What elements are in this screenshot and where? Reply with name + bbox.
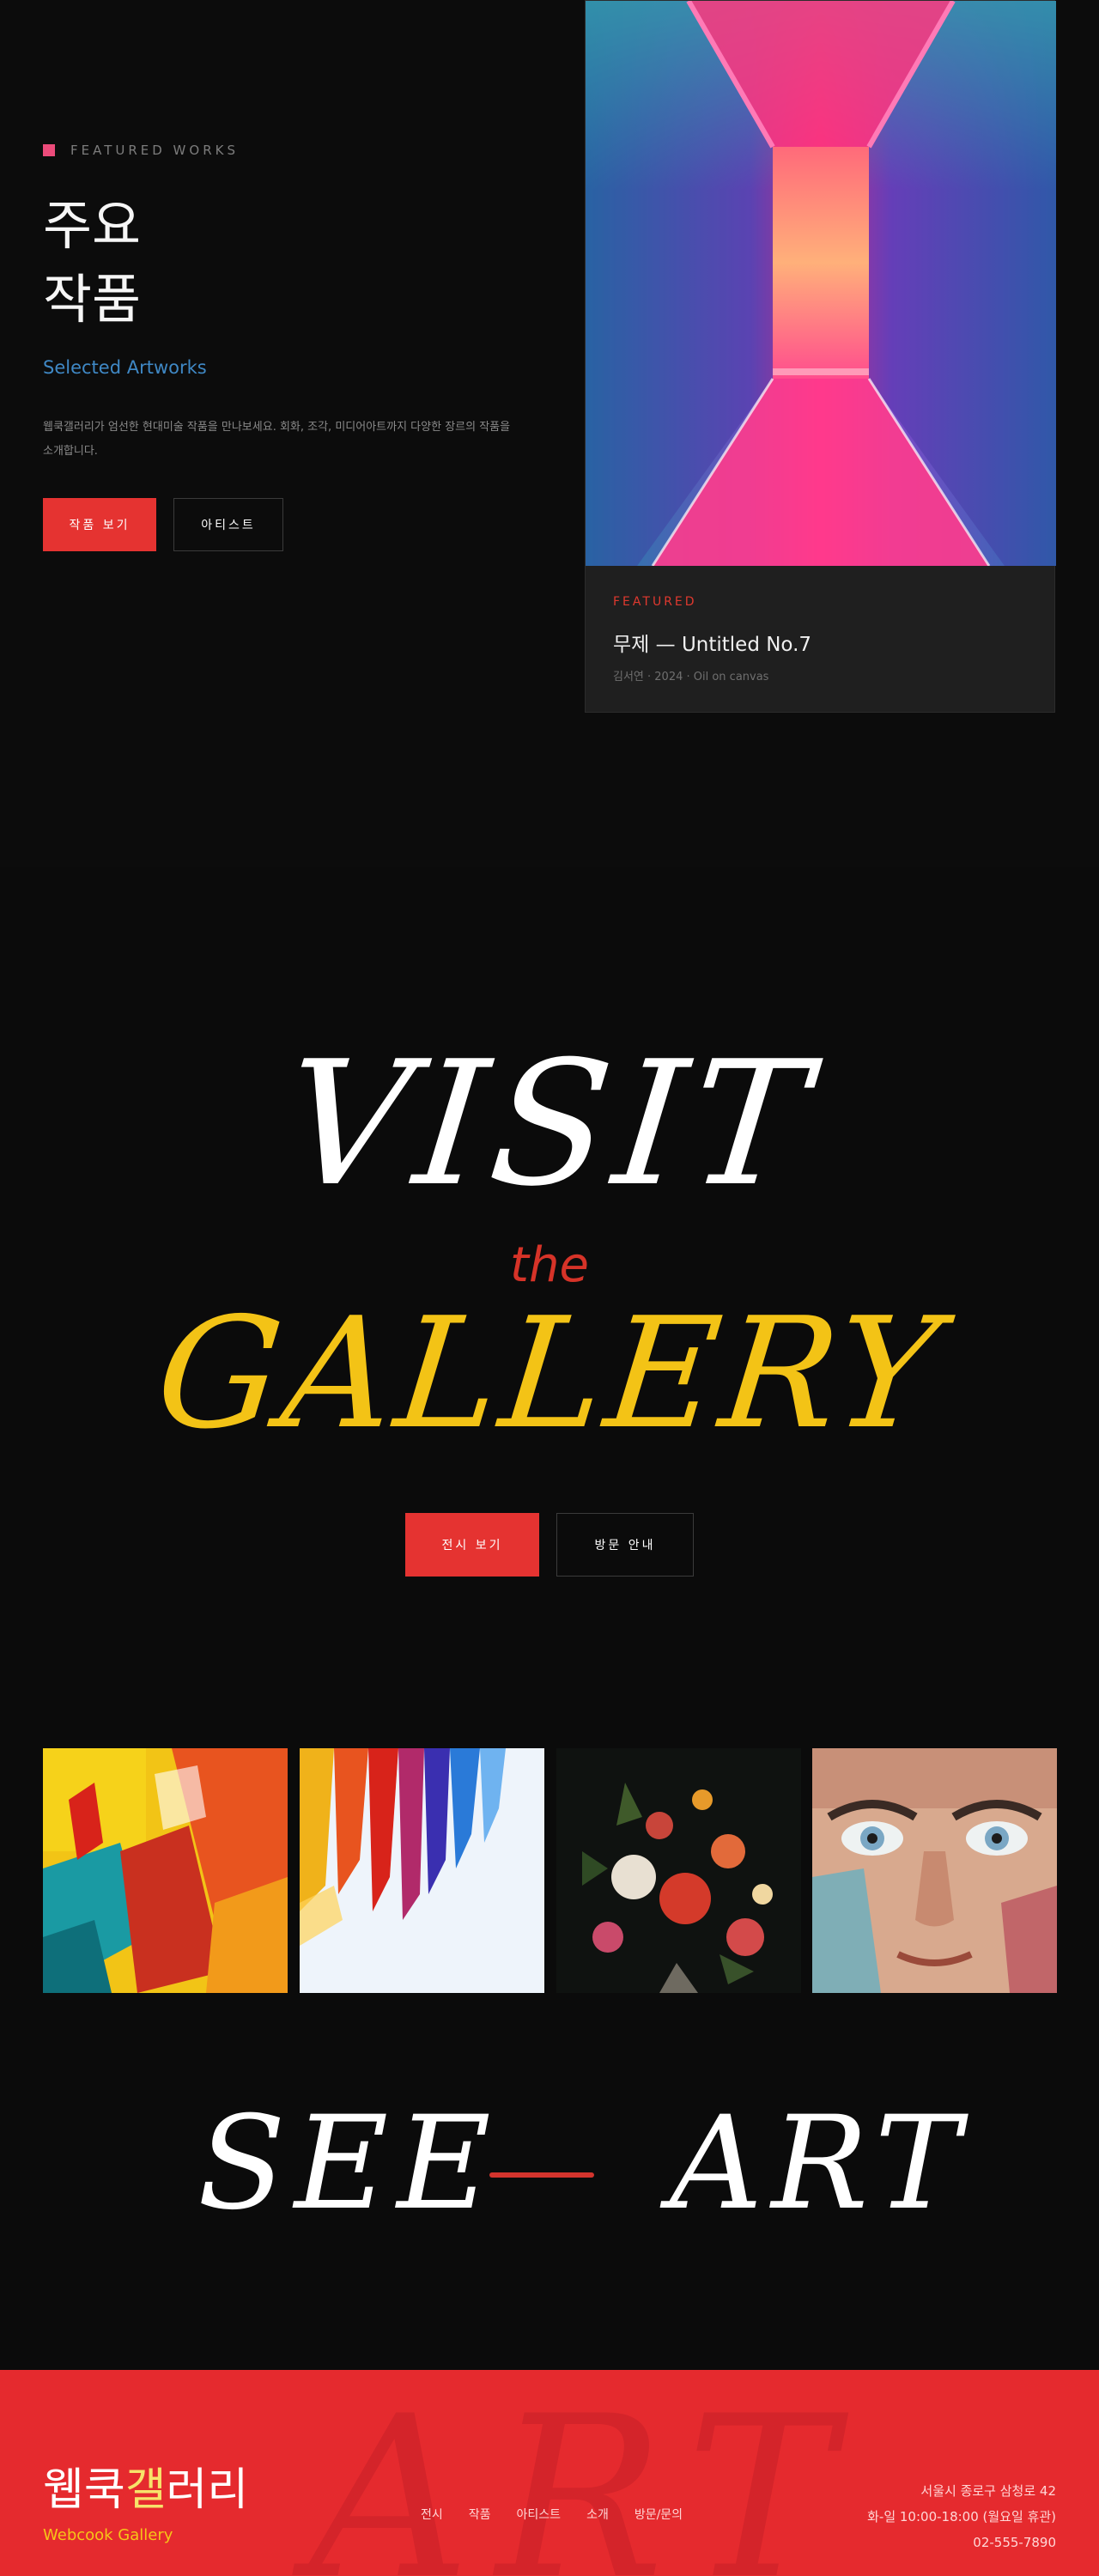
logo-part-2: 갤	[124, 2464, 167, 2516]
visit-info-button[interactable]: 방문 안내	[556, 1513, 694, 1577]
featured-title-line2: 작품	[43, 268, 142, 331]
featured-title-line1: 주요	[43, 194, 142, 257]
visit-headline-the: the	[510, 1237, 589, 1293]
featured-description: 웹쿡갤러리가 엄선한 현대미술 작품을 만나보세요. 회화, 조각, 미디어아트…	[43, 421, 511, 458]
footer-nav-artists[interactable]: 아티스트	[517, 2506, 562, 2523]
footer-nav-exhibitions[interactable]: 전시	[421, 2506, 443, 2523]
featured-artwork-card[interactable]: FEATURED 무제 — Untitled No.7 김서연 · 2024 ·…	[585, 0, 1056, 713]
view-exhibitions-button[interactable]: 전시 보기	[405, 1513, 539, 1577]
art-word: ART	[670, 2089, 969, 2239]
card-artwork-meta: 김서연 · 2024 · Oil on canvas	[613, 671, 769, 683]
artwork-thumbnail-flowers[interactable]	[556, 1748, 801, 1993]
eyebrow-text: FEATURED WORKS	[70, 143, 239, 158]
featured-subtitle: Selected Artworks	[43, 357, 207, 378]
artists-button[interactable]: 아티스트	[173, 498, 283, 551]
footer-address: 서울시 종로구 삼청로 42	[920, 2483, 1056, 2499]
artwork-thumbnail-portrait[interactable]	[812, 1748, 1057, 1993]
footer-logo[interactable]: 웹쿡갤러리	[43, 2464, 248, 2516]
footer-info: 서울시 종로구 삼청로 42 화-일 10:00-18:00 (월요일 휴관) …	[867, 2478, 1056, 2555]
visit-headline-word: VISIT	[276, 1024, 823, 1224]
featured-title: 주요 작품	[43, 189, 141, 337]
card-featured-label: FEATURED	[613, 595, 697, 609]
footer: ART 웹쿡갤러리 Webcook Gallery 전시 작품 아티스트 소개 …	[0, 2370, 1099, 2576]
logo-part-3: 러리	[166, 2464, 249, 2516]
footer-logo-subtitle: Webcook Gallery	[43, 2526, 173, 2544]
footer-nav: 전시 작품 아티스트 소개 방문/문의	[421, 2506, 683, 2523]
visit-section: VISIT the GALLERY	[0, 867, 1099, 1511]
featured-section: FEATURED WORKS 주요 작품 Selected Artworks 웹…	[0, 0, 1099, 867]
footer-nav-about[interactable]: 소개	[586, 2506, 609, 2523]
eyebrow-square-icon	[43, 144, 55, 156]
footer-phone: 02-555-7890	[973, 2535, 1056, 2550]
featured-eyebrow: FEATURED WORKS	[43, 143, 239, 158]
see-art-dash	[489, 2172, 594, 2178]
logo-part-1: 웹쿡	[43, 2464, 125, 2516]
view-works-button[interactable]: 작품 보기	[43, 498, 156, 551]
see-art-banner: SEE ART	[0, 2095, 1099, 2233]
footer-nav-visit-contact[interactable]: 방문/문의	[635, 2506, 683, 2523]
footer-hours: 화-일 10:00-18:00 (월요일 휴관)	[867, 2509, 1056, 2524]
artwork-thumbnail-brushstrokes[interactable]	[300, 1748, 544, 1993]
see-word: SEE	[197, 2089, 500, 2239]
footer-nav-works[interactable]: 작품	[469, 2506, 491, 2523]
featured-artwork-image	[586, 1, 1056, 566]
footer-background-word: ART	[309, 2370, 861, 2576]
card-artwork-title: 무제 — Untitled No.7	[613, 634, 812, 656]
visit-headline-gallery: GALLERY	[149, 1285, 950, 1462]
artwork-thumbnail-abstract[interactable]	[43, 1748, 288, 1993]
